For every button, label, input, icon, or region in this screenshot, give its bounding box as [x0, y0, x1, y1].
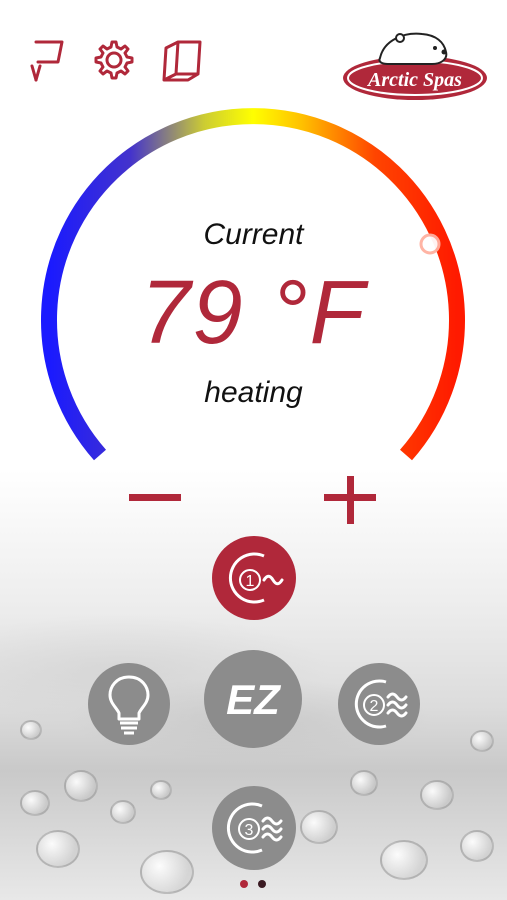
page-indicator — [238, 878, 278, 890]
bubble — [20, 790, 50, 816]
ez-label: EZ — [226, 676, 281, 723]
lightbulb-icon — [108, 675, 150, 735]
pump-1-button[interactable]: 1 — [212, 536, 296, 620]
temperature-readout: 79 °F — [140, 263, 367, 363]
pump-3-button[interactable]: 3 — [212, 786, 296, 870]
bubble — [350, 770, 378, 796]
pump-2-button[interactable]: 2 — [338, 663, 420, 745]
bubble — [110, 800, 136, 824]
pump-3-label: 3 — [245, 822, 254, 839]
bubble — [64, 770, 98, 802]
bubble — [140, 850, 194, 894]
bubble — [36, 830, 80, 868]
pump-3-icon: 3 — [226, 802, 283, 854]
bubble — [150, 780, 172, 800]
bubble — [20, 720, 42, 740]
bubble — [470, 730, 494, 752]
plus-icon — [324, 476, 376, 524]
heating-status: heating — [204, 376, 303, 409]
pump-1-icon: 1 — [228, 552, 284, 604]
light-button[interactable] — [88, 663, 170, 745]
increase-temp-button[interactable] — [320, 476, 380, 526]
pump-1-label: 1 — [246, 573, 255, 590]
bubble — [300, 810, 338, 844]
minus-icon — [129, 494, 181, 501]
ez-mode-button[interactable]: EZ — [204, 650, 302, 748]
page-dot-active[interactable] — [240, 880, 248, 888]
pump-2-label: 2 — [370, 698, 379, 715]
pump-2-icon: 2 — [354, 679, 408, 729]
temperature-dial[interactable] — [0, 0, 507, 520]
current-label: Current — [203, 218, 304, 251]
page-dot[interactable] — [258, 880, 266, 888]
decrease-temp-button[interactable] — [125, 476, 185, 526]
bubble — [380, 840, 428, 880]
bubble — [420, 780, 454, 810]
ez-icon: EZ — [226, 676, 281, 723]
bubble — [460, 830, 494, 862]
